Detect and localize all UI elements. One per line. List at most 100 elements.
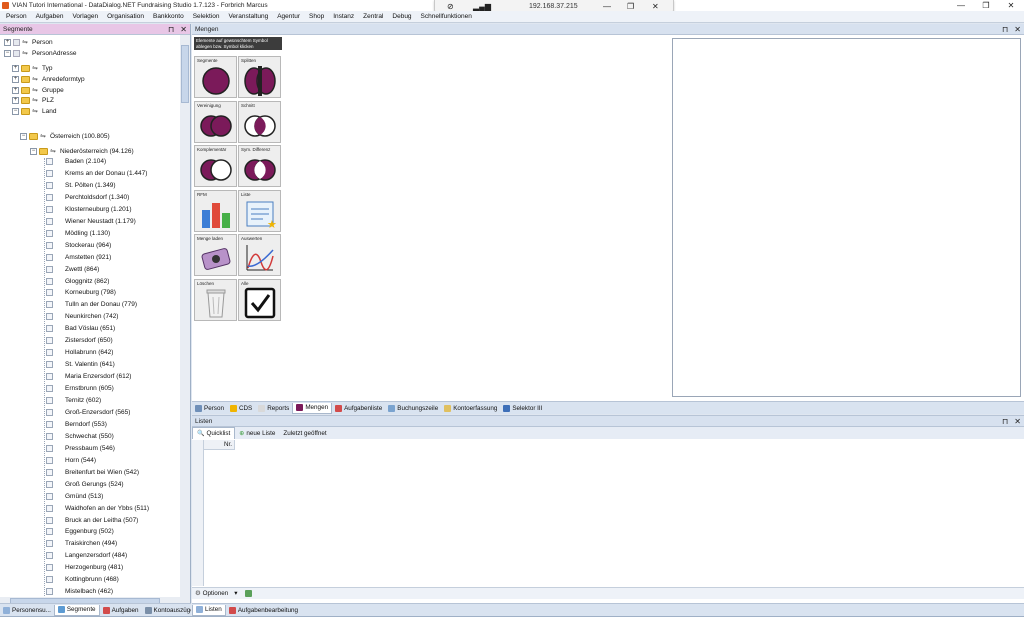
expander-icon[interactable]: − [20, 133, 27, 140]
tree-leaf[interactable]: Mödling (1.130) [46, 228, 110, 239]
module-tab-7[interactable]: Selektor III [500, 403, 545, 414]
window-minimize-button[interactable]: — [950, 0, 972, 11]
menu-item-12[interactable]: Schnellfunktionen [421, 13, 472, 20]
tree-leaf[interactable]: Berndorf (553) [46, 419, 107, 430]
tool-menge-laden-button[interactable]: Menge laden [194, 234, 237, 276]
tool-splitten-button[interactable]: Splitten [238, 56, 281, 98]
tree-leaf[interactable]: St. Valentin (641) [46, 359, 115, 370]
tree-leaf[interactable]: Klosterneuburg (1.201) [46, 204, 132, 215]
menu-item-10[interactable]: Zentral [363, 13, 383, 20]
scrollbar-thumb[interactable] [181, 45, 189, 103]
tree-leaf[interactable]: Breitenfurt bei Wien (542) [46, 467, 139, 478]
expander-icon[interactable]: + [4, 39, 11, 46]
tree-leaf[interactable]: Mistelbach (462) [46, 586, 113, 597]
list-tab-2[interactable]: Zuletzt geöffnet [279, 427, 330, 439]
expander-icon[interactable]: − [4, 50, 11, 57]
module-tab-1[interactable]: CDS [227, 403, 255, 414]
menu-item-2[interactable]: Vorlagen [72, 13, 98, 20]
module-tab-3[interactable]: Mengen [292, 402, 333, 414]
tool-auswerten-button[interactable]: Auswerten [238, 234, 281, 276]
pin-icon[interactable]: ⊓ [1002, 416, 1008, 427]
tree-leaf[interactable]: Zistersdorf (650) [46, 335, 113, 346]
tree-leaf[interactable]: Langenzersdorf (484) [46, 550, 127, 561]
menu-item-6[interactable]: Veranstaltung [228, 13, 268, 20]
tree-leaf[interactable]: Gloggnitz (862) [46, 276, 109, 287]
tree-node[interactable]: + ⇋ Person [4, 37, 53, 48]
tree-node[interactable]: + ⇋ Gruppe [12, 85, 64, 96]
menu-item-4[interactable]: Bankkonto [153, 13, 184, 20]
mengen-canvas[interactable] [672, 38, 1021, 397]
grid-column-header-nr[interactable]: Nr. [204, 440, 235, 450]
tree-leaf[interactable]: Kottingbrunn (468) [46, 574, 119, 585]
tree-leaf[interactable]: Wiener Neustadt (1.179) [46, 216, 136, 227]
tree-leaf[interactable]: Krems an der Donau (1.447) [46, 168, 147, 179]
tree-leaf[interactable]: Tulln an der Donau (779) [46, 299, 137, 310]
export-icon[interactable] [245, 590, 253, 597]
module-tab-2[interactable]: Reports [255, 403, 292, 414]
tree-leaf[interactable]: Gmünd (513) [46, 491, 103, 502]
menu-item-8[interactable]: Shop [309, 13, 324, 20]
tree-leaf[interactable]: Stockerau (964) [46, 240, 111, 251]
expander-icon[interactable]: + [12, 65, 19, 72]
bottom-tab-0[interactable]: Listen [192, 604, 226, 616]
tree-node[interactable]: + ⇋ Typ [12, 63, 52, 74]
menu-item-1[interactable]: Aufgaben [36, 13, 64, 20]
expander-icon[interactable]: + [12, 86, 19, 94]
pin-icon[interactable]: ⊓ [168, 24, 174, 35]
pin-off-icon[interactable]: ⊘ [447, 2, 454, 11]
tree-leaf[interactable]: Herzogenburg (481) [46, 562, 123, 573]
tree-leaf[interactable]: Ernstbrunn (605) [46, 383, 114, 394]
tree-leaf[interactable]: Hollabrunn (642) [46, 347, 113, 358]
left-tab-0[interactable]: Personensu... [0, 605, 54, 616]
menu-item-9[interactable]: Instanz [333, 13, 354, 20]
bottom-tab-1[interactable]: Aufgabenbearbeitung [226, 605, 301, 616]
expander-icon[interactable]: − [12, 108, 19, 116]
remote-minimize-button[interactable]: — [603, 2, 611, 11]
tree-node[interactable]: − ⇋ Österreich (100.805) [20, 131, 110, 142]
left-tab-2[interactable]: Aufgaben [100, 605, 142, 616]
menu-item-0[interactable]: Person [6, 13, 27, 20]
tool-vereinigung-button[interactable]: Vereinigung [194, 100, 237, 143]
tree-node[interactable]: − ⇋ PersonAdresse [4, 48, 76, 59]
list-tab-1[interactable]: ⊕ neue Liste [235, 427, 279, 439]
tool-rfm-button[interactable]: RFM [194, 189, 237, 232]
tool-segmente-button[interactable]: Segmente [194, 56, 237, 98]
tree-leaf[interactable]: Groß-Enzersdorf (565) [46, 407, 130, 418]
tree-node[interactable]: + ⇋ PLZ [12, 95, 54, 106]
module-tab-6[interactable]: Kontoerfassung [441, 403, 500, 414]
tree-leaf[interactable]: Baden (2.104) [46, 156, 106, 167]
expander-icon[interactable]: + [12, 75, 19, 83]
list-grid[interactable]: Nr. [192, 440, 1024, 586]
close-icon[interactable]: ✕ [1014, 416, 1021, 427]
tree-leaf[interactable]: Zwettl (864) [46, 264, 99, 275]
tree-leaf[interactable]: Ternitz (602) [46, 395, 101, 406]
tree-leaf[interactable]: Amstetten (921) [46, 252, 111, 263]
menu-item-7[interactable]: Agentur [277, 13, 300, 20]
tree-leaf[interactable]: Eggenburg (502) [46, 526, 114, 537]
tree-leaf[interactable]: Neunkirchen (742) [46, 311, 118, 322]
tree-leaf[interactable]: Schwechat (550) [46, 431, 114, 442]
tree-vertical-scrollbar[interactable] [180, 35, 190, 597]
module-tab-5[interactable]: Buchungszeile [385, 403, 441, 414]
tool-loeschen-button[interactable]: Löschen [194, 278, 237, 321]
tree-leaf[interactable]: Perchtoldsdorf (1.340) [46, 192, 129, 203]
close-icon[interactable]: ✕ [1014, 24, 1021, 35]
tool-komplementaer-button[interactable]: Komplementär [194, 145, 237, 187]
left-tab-3[interactable]: Kontoauszüge [142, 605, 191, 616]
tree-leaf[interactable]: Waidhofen an der Ybbs (511) [46, 503, 149, 514]
list-tab-0[interactable]: 🔍 Quicklist [192, 427, 236, 439]
pin-icon[interactable]: ⊓ [1002, 24, 1008, 35]
tool-schnitt-button[interactable]: Schnitt [238, 100, 281, 143]
module-tab-4[interactable]: Aufgabenliste [332, 403, 385, 414]
window-restore-button[interactable]: ❐ [975, 0, 997, 11]
left-tab-1[interactable]: Segmente [53, 604, 100, 616]
options-button[interactable]: ⚙ Optionen ▾ [195, 590, 237, 597]
tool-sym-differenz-button[interactable]: Sym. Differenz [238, 145, 281, 187]
tree-leaf[interactable]: Bad Vöslau (651) [46, 323, 115, 334]
menu-item-3[interactable]: Organisation [107, 13, 144, 20]
menu-item-5[interactable]: Selektion [193, 13, 220, 20]
tree-node[interactable]: − ⇋ Land [12, 106, 56, 117]
tree-node[interactable]: + ⇋ Anredeformtyp [12, 74, 85, 85]
tree-leaf[interactable]: Horn (544) [46, 455, 96, 466]
tree-leaf[interactable]: Pressbaum (546) [46, 443, 115, 454]
